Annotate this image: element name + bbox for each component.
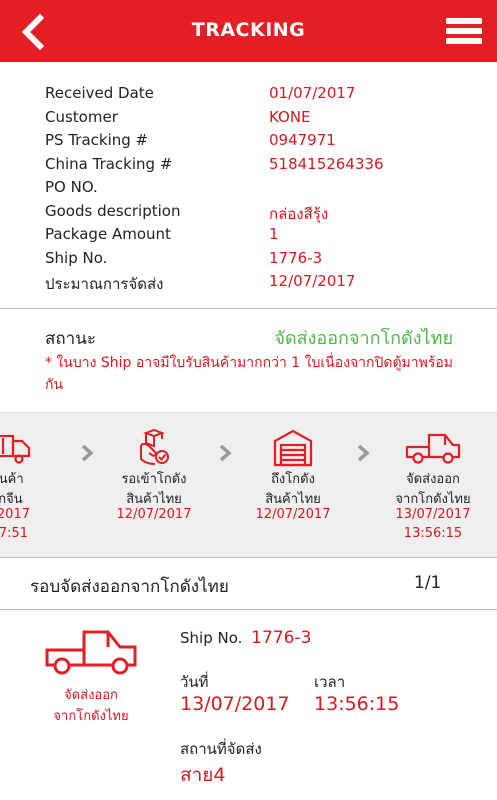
info-label: Package Amount (45, 225, 171, 243)
delivery-round-label: รอบจัดส่งออกจากโกดังไทย (30, 577, 229, 597)
warehouse-icon (273, 429, 313, 467)
step-title-line2: สินค้าไทย (265, 492, 321, 507)
step-waiting-thai-warehouse: รอเข้าโกดัง สินค้าไทย 12/07/2017 (99, 413, 209, 557)
step-title-line1: ถึงโกดัง (271, 472, 315, 487)
info-label: Received Date (45, 84, 154, 102)
step-date: 12/07/2017 (255, 507, 331, 522)
ship-no-line: Ship No. 1776-3 (180, 628, 311, 648)
delivery-caption-line2: จากโกดังไทย (53, 709, 129, 724)
step-title-line2: สินค้าไทย (126, 492, 182, 507)
step-time: 9:57:51 (0, 526, 29, 541)
info-row-estimated-delivery: ประมาณการจัดส่ง 12/07/2017 (45, 272, 465, 295)
info-label: PO NO. (45, 178, 98, 196)
chevron-right-icon (357, 444, 370, 462)
status-note: * ในบาง Ship อาจมีใบรับสินค้ามากกว่า 1 ใ… (45, 355, 454, 393)
delivery-place-label: สถานที่จัดส่ง (180, 740, 262, 758)
container-truck-icon (0, 434, 31, 464)
step-container-from-china: ตู้สินค้า จากจีน 07/2017 9:57:51 (0, 413, 58, 557)
info-row-customer: Customer KONE (45, 108, 465, 131)
step-date: 13/07/2017 (395, 507, 471, 522)
step-date: 07/2017 (0, 507, 30, 522)
page-title: TRACKING (191, 19, 306, 41)
info-value: 0947971 (269, 131, 336, 149)
delivery-detail-card: จัดส่งออก จากโกดังไทย Ship No. 1776-3 วั… (0, 610, 497, 800)
status-value: จัดส่งออกจากโกดังไทย (274, 328, 453, 349)
info-value: 1 (269, 225, 279, 243)
chevron-right-icon (219, 444, 232, 462)
info-row-po-no: PO NO. (45, 178, 465, 201)
step-title-line2: จากจีน (0, 492, 23, 507)
time-label: เวลา (314, 673, 346, 691)
step-title-line2: จากโกดังไทย (395, 492, 471, 507)
delivery-caption-line1: จัดส่งออก (64, 688, 118, 703)
step-arrived-thai-warehouse: ถึงโกดัง สินค้าไทย 12/07/2017 (238, 413, 348, 557)
step-title-line1: ตู้สินค้า (0, 472, 24, 487)
info-label: Ship No. (45, 248, 108, 267)
delivery-round-row: รอบจัดส่งออกจากโกดังไทย 1/1 (0, 557, 497, 610)
info-value: กล่องสีรุ้ง (269, 204, 329, 223)
date-value: 13/07/2017 (180, 693, 290, 715)
info-label: ประมาณการจัดส่ง (45, 275, 164, 293)
info-row-package-amount: Package Amount 1 (45, 225, 465, 248)
delivery-round-count: 1/1 (414, 573, 442, 593)
chevron-right-icon (81, 444, 94, 462)
progress-steps: ตู้สินค้า จากจีน 07/2017 9:57:51 รอเข้าโ… (0, 412, 497, 558)
info-row-ps-tracking: PS Tracking # 0947971 (45, 131, 465, 154)
info-value: 1776-3 (269, 248, 323, 267)
status-section: สถานะ จัดส่งออกจากโกดังไทย * ในบาง Ship … (0, 309, 497, 412)
ship-no-label: Ship No. (180, 629, 243, 647)
info-value: 12/07/2017 (269, 272, 356, 290)
step-time: 13:56:15 (403, 526, 463, 541)
info-row-received-date: Received Date 01/07/2017 (45, 84, 465, 107)
info-value: KONE (269, 107, 311, 126)
step-date: 12/07/2017 (116, 507, 192, 522)
info-row-ship-no: Ship No. 1776-3 (45, 249, 465, 272)
info-label: Customer (45, 107, 118, 126)
time-value: 13:56:15 (314, 693, 400, 715)
step-title-line1: จัดส่งออก (406, 472, 460, 487)
info-label: PS Tracking # (45, 131, 149, 149)
shipment-info-section: Received Date 01/07/2017 Customer KONE P… (0, 62, 497, 309)
info-value: 518415264336 (269, 154, 384, 173)
info-value: 01/07/2017 (269, 84, 356, 102)
info-row-goods-description: Goods description กล่องสีรุ้ง (45, 202, 465, 225)
info-label: Goods description (45, 201, 181, 220)
package-hand-icon (140, 428, 169, 465)
pickup-truck-icon (405, 433, 461, 464)
info-row-china-tracking: China Tracking # 518415264336 (45, 155, 465, 178)
ship-no-value: 1776-3 (251, 628, 312, 648)
step-title-line1: รอเข้าโกดัง (121, 472, 187, 487)
date-label: วันที่ (180, 673, 209, 691)
info-label: China Tracking # (45, 154, 173, 173)
step-shipped-from-thai-warehouse: จัดส่งออก จากโกดังไทย 13/07/2017 13:56:1… (378, 413, 488, 557)
status-label: สถานะ (45, 329, 96, 349)
delivery-place-value: สาย4 (180, 764, 226, 786)
hamburger-menu-icon[interactable] (444, 14, 484, 48)
app-header: TRACKING (0, 0, 497, 62)
pickup-truck-icon (45, 630, 137, 675)
